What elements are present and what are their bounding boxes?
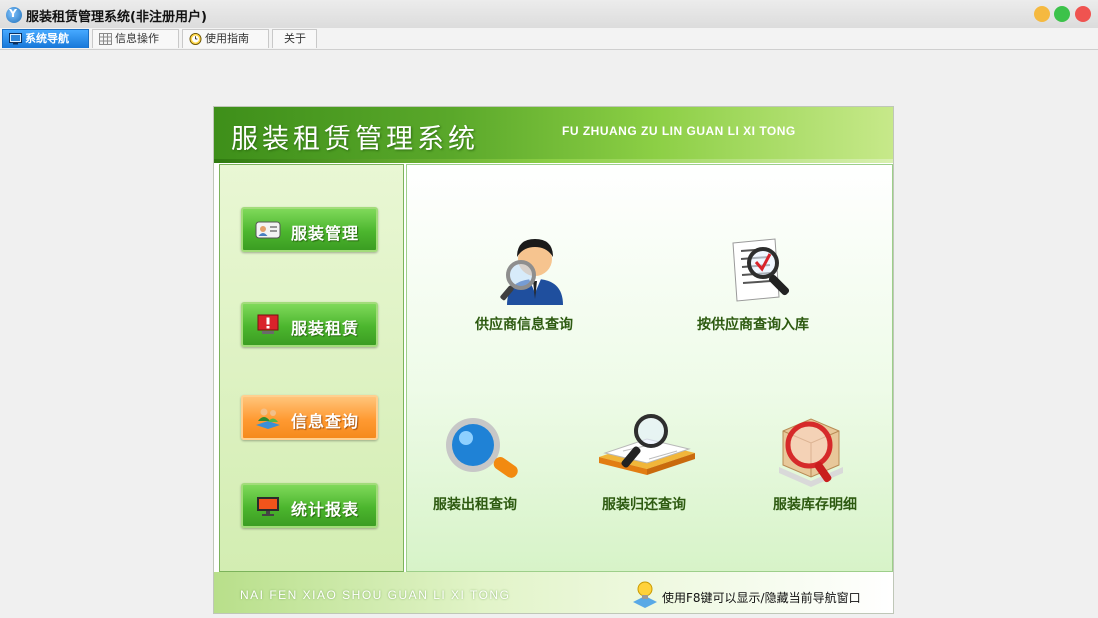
clothing-return-query-link[interactable]: 服装归还查询 (602, 494, 686, 514)
sidebar-item-label: 信息查询 (291, 412, 360, 431)
tab-about[interactable]: 关于 (272, 29, 317, 48)
monitor-icon (257, 497, 279, 516)
sidebar-item-information-query[interactable]: 信息查询 (241, 395, 378, 440)
app-icon (6, 7, 22, 23)
tab-information-operation[interactable]: 信息操作 (92, 29, 179, 48)
title-bar: 服装租赁管理系统(非注册用户) (0, 0, 1098, 28)
sidebar-item-label: 服装租赁 (291, 319, 360, 338)
sidebar-item-label: 统计报表 (291, 500, 360, 519)
sidebar: 服装管理 服装租赁 信息查询 统计报表 (219, 164, 404, 572)
clothing-rental-query-link[interactable]: 服装出租查询 (433, 494, 517, 514)
close-button[interactable] (1075, 6, 1091, 22)
tab-system-navigation[interactable]: 系统导航 (2, 29, 89, 48)
footer: NAI FEN XIAO SHOU GUAN LI XI TONG 使用F8键可… (214, 572, 893, 613)
window-title: 服装租赁管理系统(非注册用户) (26, 10, 207, 25)
sidebar-item-clothing-rental[interactable]: 服装租赁 (241, 302, 378, 347)
tab-user-guide[interactable]: 使用指南 (182, 29, 269, 48)
tab-label: 系统导航 (25, 32, 69, 45)
maximize-button[interactable] (1054, 6, 1070, 22)
minimize-button[interactable] (1034, 6, 1050, 22)
alert-monitor-icon (257, 314, 279, 334)
banner-divider (214, 159, 893, 163)
clothing-inventory-details-link[interactable]: 服装库存明细 (773, 494, 857, 514)
document-magnifier-icon[interactable] (723, 235, 805, 305)
book-magnifier-icon[interactable] (593, 411, 699, 483)
people-icon (256, 408, 280, 429)
magnifier-icon[interactable] (441, 415, 527, 487)
banner: 服装租赁管理系统 FU ZHUANG ZU LIN GUAN LI XI TON… (214, 107, 893, 159)
id-card-icon (255, 221, 281, 239)
tab-label: 关于 (284, 32, 306, 45)
banner-subtitle: FU ZHUANG ZU LIN GUAN LI XI TONG (562, 124, 796, 138)
f8-hint-text: 使用F8键可以显示/隐藏当前导航窗口 (662, 591, 861, 605)
lightbulb-icon (633, 581, 657, 608)
grid-icon (99, 33, 112, 45)
supplier-info-query-link[interactable]: 供应商信息查询 (475, 314, 573, 334)
person-magnifier-icon[interactable] (499, 233, 571, 305)
sidebar-item-statistical-report[interactable]: 统计报表 (241, 483, 378, 528)
tab-bar: 系统导航 信息操作 使用指南 关于 (0, 28, 1098, 50)
tab-label: 信息操作 (115, 32, 159, 45)
monitor-icon (9, 33, 22, 45)
function-area: 供应商信息查询 按供应商查询入库 服装出租查询 服装归还查询 服装库存明细 (406, 164, 893, 572)
sidebar-item-label: 服装管理 (291, 224, 360, 243)
banner-title: 服装租赁管理系统 (231, 124, 479, 155)
query-stock-in-by-supplier-link[interactable]: 按供应商查询入库 (697, 314, 809, 334)
navigation-panel: 服装租赁管理系统 FU ZHUANG ZU LIN GUAN LI XI TON… (213, 106, 894, 614)
footer-subtitle: NAI FEN XIAO SHOU GUAN LI XI TONG (240, 588, 511, 602)
sidebar-item-clothing-management[interactable]: 服装管理 (241, 207, 378, 252)
tab-label: 使用指南 (205, 32, 249, 45)
clock-icon (189, 33, 202, 45)
box-magnifier-icon[interactable] (775, 409, 847, 489)
